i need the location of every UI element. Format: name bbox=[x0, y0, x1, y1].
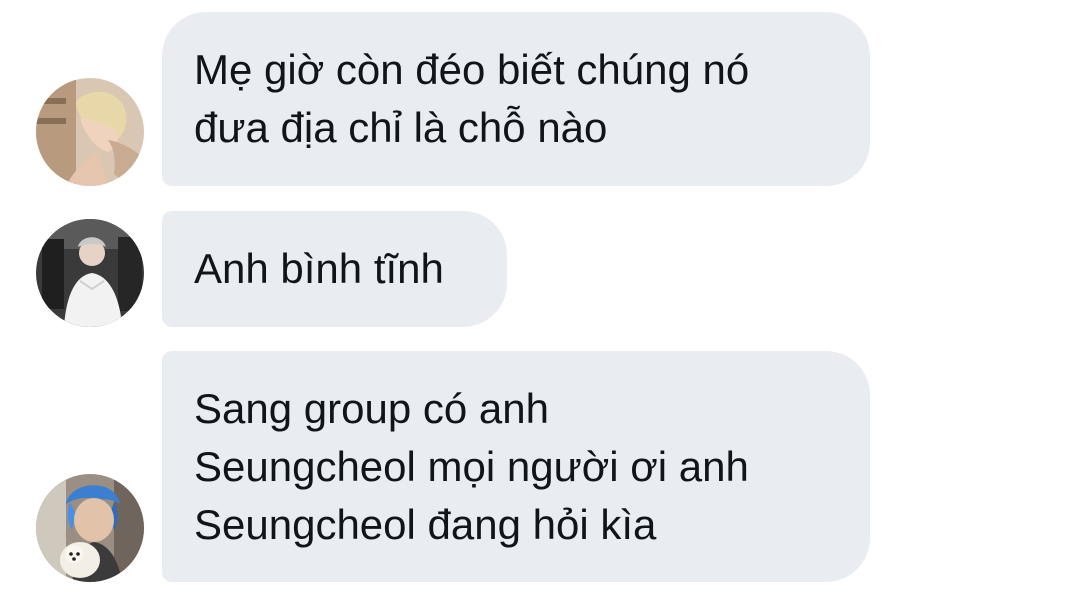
avatar-blue-hair-dog-icon bbox=[36, 474, 144, 582]
message-text-line: Anh bình tĩnh bbox=[194, 245, 444, 292]
message-bubble[interactable]: Sang group có anh Seungcheol mọi người ơ… bbox=[162, 351, 870, 582]
message-text-line: Sang group có anh bbox=[194, 385, 549, 432]
sender-avatar[interactable] bbox=[36, 474, 144, 582]
avatar-blond-profile-icon bbox=[36, 78, 144, 186]
message-text-line: Seungcheol mọi người ơi anh bbox=[194, 443, 749, 490]
message-text-line: đưa địa chỉ là chỗ nào bbox=[194, 104, 608, 151]
message-bubble[interactable]: Mẹ giờ còn đéo biết chúng nó đưa địa chỉ… bbox=[162, 12, 870, 186]
sender-avatar[interactable] bbox=[36, 78, 144, 186]
message-text-line: Seungcheol đang hỏi kìa bbox=[194, 501, 657, 548]
avatar-white-shirt-icon bbox=[36, 219, 144, 327]
message-bubble[interactable]: Anh bình tĩnh bbox=[162, 211, 507, 327]
message-text-line: Mẹ giờ còn đéo biết chúng nó bbox=[194, 46, 750, 93]
sender-avatar[interactable] bbox=[36, 219, 144, 327]
